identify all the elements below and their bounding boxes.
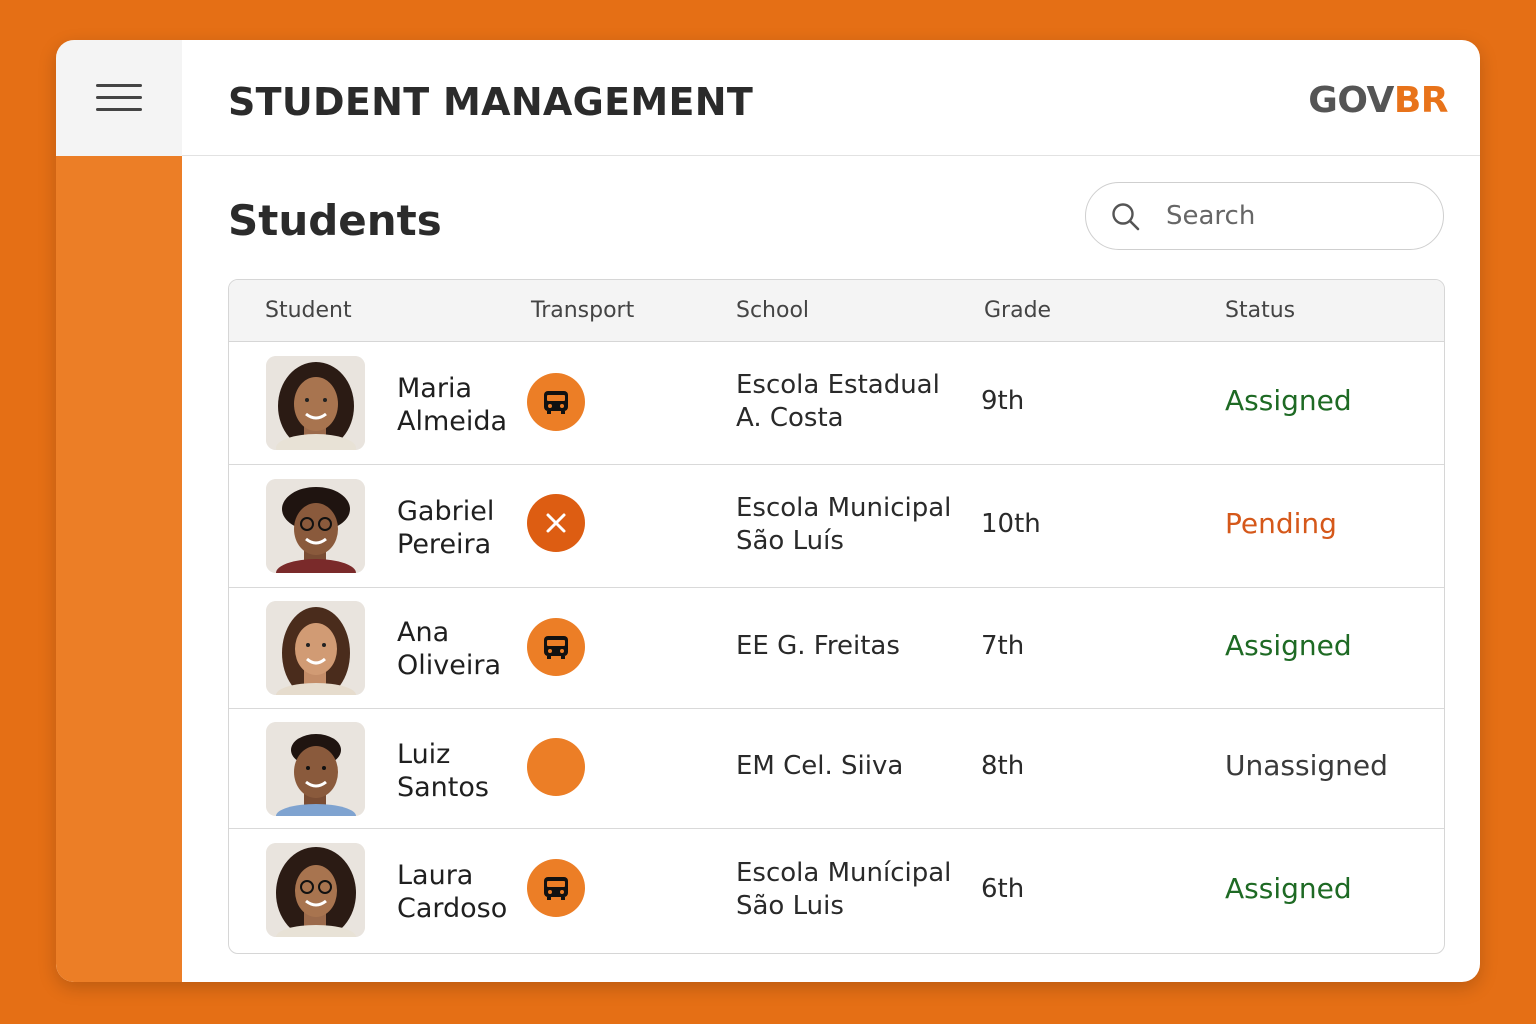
- school-name: EE G. Freitas: [736, 631, 900, 661]
- avatar: [266, 722, 365, 816]
- search-box[interactable]: [1085, 182, 1444, 250]
- student-name: Gabriel Pereira: [397, 496, 495, 560]
- app-title: STUDENT MANAGEMENT: [228, 80, 754, 124]
- table-header: Student Transport School Grade Status: [229, 280, 1444, 342]
- student-name: Luiz Santos: [397, 739, 489, 803]
- menu-button[interactable]: [56, 40, 182, 156]
- app-window: STUDENT MANAGEMENT GOVBR Students Studen…: [56, 40, 1480, 982]
- bus-icon[interactable]: [527, 618, 585, 676]
- student-name: Laura Cardoso: [397, 860, 508, 924]
- empty-circle-icon[interactable]: [527, 738, 585, 796]
- grade: 10th: [981, 509, 1041, 539]
- logo-text-br: BR: [1393, 80, 1449, 121]
- student-name: Maria Almeida: [397, 373, 508, 437]
- students-table: Student Transport School Grade Status Ma…: [228, 279, 1445, 954]
- column-header-status[interactable]: Status: [1225, 298, 1295, 323]
- grade: 6th: [981, 874, 1025, 904]
- table-row[interactable]: Gabriel Pereira Escola Municipal São Luí…: [229, 465, 1444, 588]
- status-label: Unassigned: [1225, 749, 1388, 782]
- table-row[interactable]: Ana Oliveira EE G. Freitas 7th Assigned: [229, 588, 1444, 709]
- status-label: Assigned: [1225, 629, 1352, 662]
- avatar: [266, 479, 365, 573]
- student-name: Ana Oliveira: [397, 617, 501, 681]
- avatar: [266, 356, 365, 450]
- bus-icon[interactable]: [527, 859, 585, 917]
- status-label: Assigned: [1225, 384, 1352, 417]
- table-row[interactable]: Maria Almeida Escola Estadual A. Costa 9…: [229, 342, 1444, 465]
- grade: 9th: [981, 386, 1025, 416]
- govbr-logo[interactable]: GOVBR: [1308, 80, 1448, 121]
- avatar: [266, 601, 365, 695]
- column-header-grade[interactable]: Grade: [984, 298, 1051, 323]
- avatar: [266, 843, 365, 937]
- column-header-transport[interactable]: Transport: [531, 298, 634, 323]
- grade: 8th: [981, 751, 1025, 781]
- table-row[interactable]: Laura Cardoso Escola Munícipal São Luis …: [229, 829, 1444, 953]
- school-name: Escola Estadual A. Costa: [736, 370, 940, 433]
- page-title: Students: [228, 196, 442, 245]
- school-name: Escola Munícipal São Luis: [736, 858, 952, 921]
- header: STUDENT MANAGEMENT GOVBR: [182, 40, 1480, 156]
- column-header-school[interactable]: School: [736, 298, 809, 323]
- school-name: EM Cel. Siiva: [736, 751, 904, 781]
- close-icon[interactable]: [527, 494, 585, 552]
- school-name: Escola Municipal São Luís: [736, 493, 952, 556]
- grade: 7th: [981, 631, 1025, 661]
- table-row[interactable]: Luiz Santos EM Cel. Siiva 8th Unassigned: [229, 709, 1444, 829]
- logo-text-gov: GOV: [1308, 80, 1394, 121]
- search-input[interactable]: [1166, 193, 1426, 239]
- search-icon[interactable]: [1110, 201, 1142, 233]
- hamburger-icon[interactable]: [96, 82, 142, 114]
- status-label: Pending: [1225, 507, 1337, 540]
- status-label: Assigned: [1225, 872, 1352, 905]
- sidebar: [56, 40, 182, 982]
- column-header-student[interactable]: Student: [265, 298, 352, 323]
- bus-icon[interactable]: [527, 373, 585, 431]
